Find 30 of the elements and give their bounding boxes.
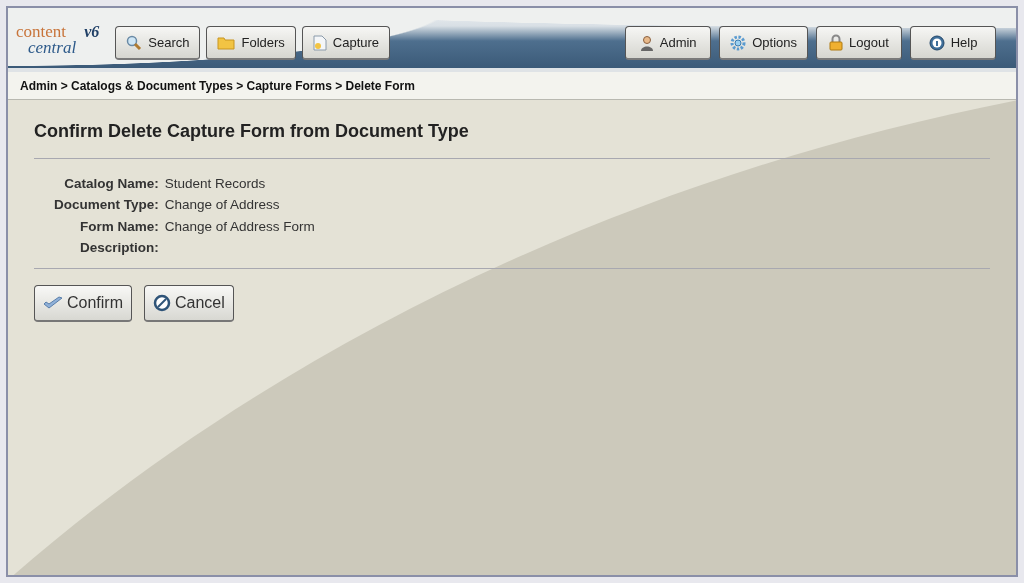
magnifier-icon bbox=[126, 34, 143, 51]
nav-button[interactable]: Search bbox=[115, 26, 201, 60]
field-value: Change of Address bbox=[164, 196, 281, 215]
field-label: Form Name: bbox=[79, 217, 159, 236]
action-button[interactable]: Confirm bbox=[34, 285, 132, 322]
nav-button[interactable]: Help bbox=[910, 26, 996, 60]
version-label: v6 bbox=[83, 22, 100, 42]
field-value: Student Records bbox=[164, 175, 267, 193]
field-label: Catalog Name: bbox=[63, 175, 159, 193]
breadcrumb: Admin > Catalogs & Document Types > Capture Forms > Delete Form bbox=[20, 77, 415, 95]
nav-button[interactable]: Folders bbox=[206, 26, 296, 60]
nav-button[interactable]: Options bbox=[719, 26, 808, 60]
padlock-icon bbox=[829, 34, 844, 51]
nav-button[interactable]: Admin bbox=[625, 26, 712, 60]
checkmark-icon bbox=[43, 296, 63, 310]
action-button[interactable]: Cancel bbox=[144, 285, 234, 322]
field-label: Description: bbox=[79, 238, 159, 257]
logo-text: content bbox=[16, 24, 68, 40]
field-label: Document Type: bbox=[54, 196, 159, 215]
folder-icon bbox=[217, 35, 236, 50]
document-icon bbox=[312, 34, 327, 51]
nav-button[interactable]: Capture bbox=[301, 26, 391, 60]
nav-button[interactable]: Logout bbox=[816, 26, 902, 60]
help-icon bbox=[928, 34, 945, 51]
logo-text: central bbox=[27, 40, 77, 56]
prohibited-icon bbox=[153, 294, 171, 312]
field-value: Change of Address Form bbox=[164, 217, 316, 236]
gear-icon bbox=[730, 34, 747, 51]
person-icon bbox=[639, 34, 654, 51]
page-title: Confirm Delete Capture Form from Document Type bbox=[34, 118, 990, 159]
